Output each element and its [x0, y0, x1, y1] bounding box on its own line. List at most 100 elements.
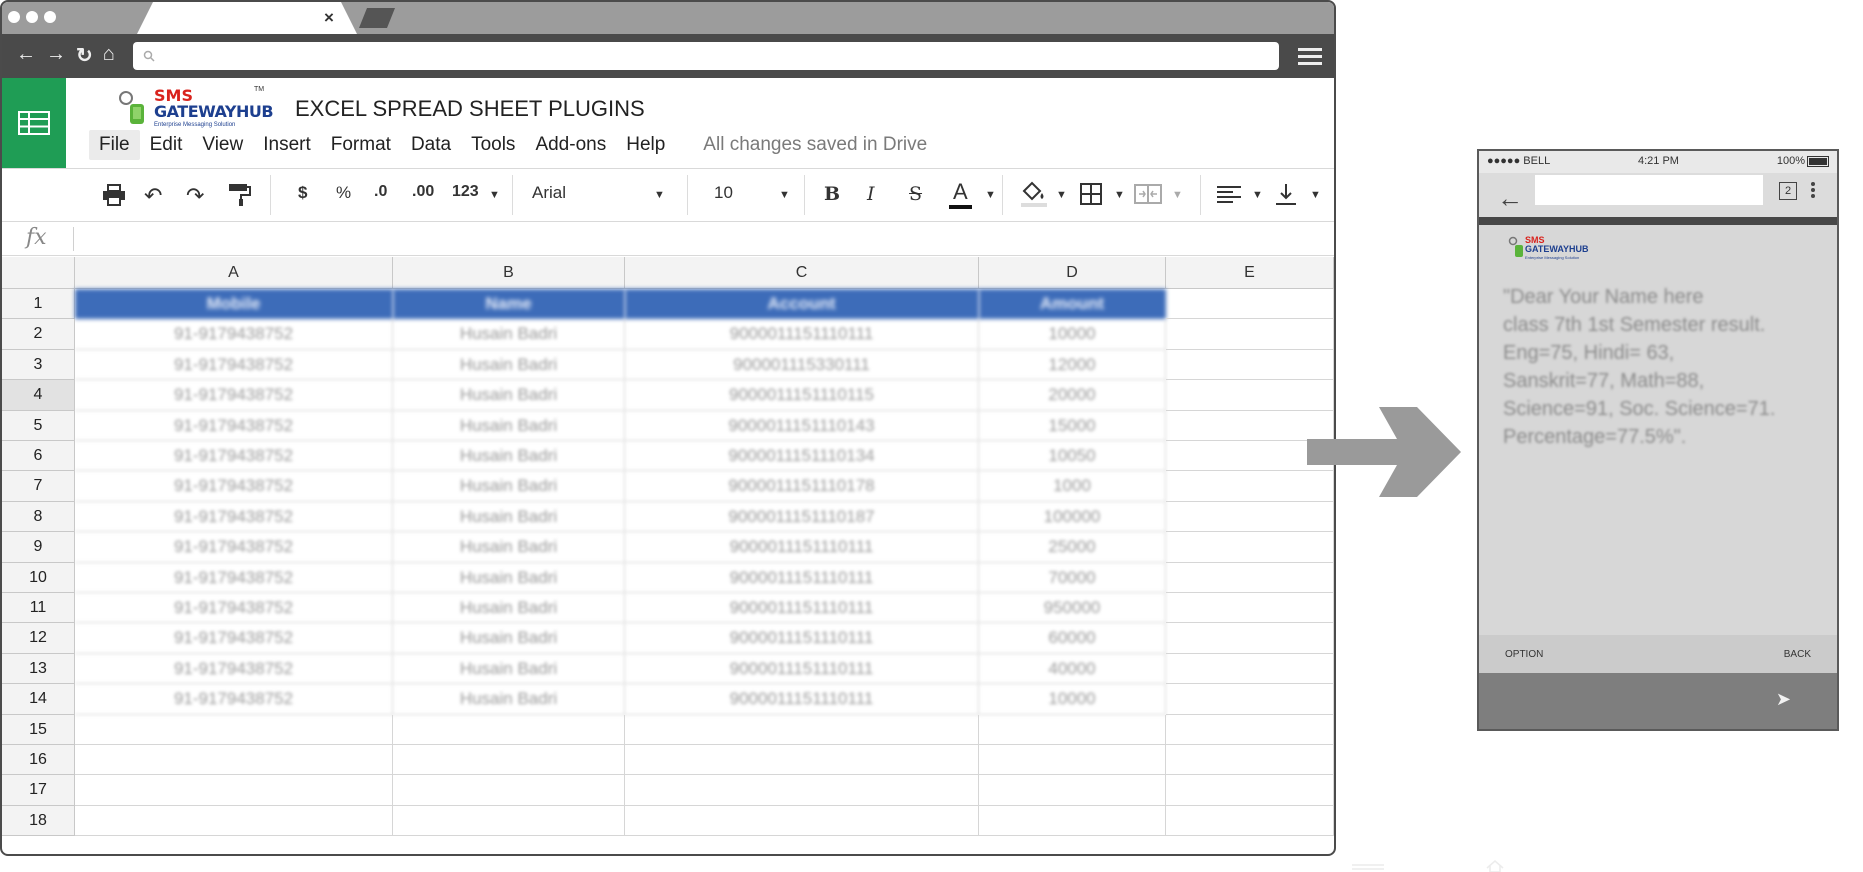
table-cell[interactable]: 900001115330111	[625, 349, 979, 381]
table-cell[interactable]: 91-9179438752	[75, 501, 393, 533]
table-cell[interactable]: 91-9179438752	[75, 653, 393, 685]
tab-count-badge[interactable]: 2	[1779, 182, 1797, 200]
table-cell[interactable]: Husain Badri	[393, 441, 625, 472]
number-format-dropdown[interactable]: 123	[452, 183, 479, 201]
table-cell[interactable]: 20000	[979, 380, 1166, 411]
table-cell[interactable]: 91-9179438752	[75, 532, 393, 563]
menu-format[interactable]: Format	[321, 130, 401, 160]
phone-address-bar[interactable]	[1535, 175, 1763, 205]
row-header[interactable]: 8	[2, 501, 75, 533]
row-header[interactable]: 17	[2, 775, 75, 806]
tab-close-icon[interactable]: ×	[324, 8, 334, 28]
menu-view[interactable]: View	[192, 130, 253, 160]
table-cell[interactable]: 10000	[979, 319, 1166, 350]
row-header[interactable]: 2	[2, 319, 75, 350]
merge-cells-icon[interactable]	[1134, 184, 1162, 204]
table-cell[interactable]: 91-9179438752	[75, 684, 393, 715]
row-header[interactable]: 12	[2, 623, 75, 654]
menu-help[interactable]: Help	[616, 130, 675, 160]
currency-format-button[interactable]: $	[298, 183, 307, 203]
table-cell[interactable]: 9000011151110111	[625, 532, 979, 563]
table-cell[interactable]: Husain Badri	[393, 562, 625, 593]
strikethrough-button[interactable]: S	[909, 183, 922, 205]
table-cell[interactable]: 9000011151110178	[625, 471, 979, 502]
empty-cell[interactable]	[625, 745, 979, 776]
table-cell[interactable]: 9000011151110187	[625, 501, 979, 533]
column-header-c[interactable]: C	[625, 257, 979, 289]
back-softkey[interactable]: BACK	[1784, 649, 1811, 660]
empty-cell[interactable]	[1166, 805, 1334, 837]
font-size-dropdown[interactable]: 10	[714, 183, 733, 203]
table-cell[interactable]: Husain Badri	[393, 410, 625, 441]
table-cell[interactable]: 91-9179438752	[75, 623, 393, 654]
header-cell[interactable]: Amount	[979, 289, 1166, 320]
empty-cell[interactable]	[979, 805, 1166, 837]
row-header[interactable]: 18	[2, 805, 75, 837]
row-header[interactable]: 4	[2, 380, 75, 411]
fill-color-icon[interactable]	[1020, 181, 1048, 207]
empty-cell[interactable]	[625, 775, 979, 806]
row-header[interactable]: 3	[2, 349, 75, 381]
empty-cell[interactable]	[1166, 775, 1334, 806]
window-maximize-dot[interactable]	[44, 11, 56, 23]
vertical-align-icon[interactable]	[1274, 182, 1298, 206]
empty-cell[interactable]	[979, 775, 1166, 806]
row-header[interactable]: 15	[2, 714, 75, 745]
empty-cell[interactable]	[1166, 289, 1334, 320]
empty-cell[interactable]	[625, 805, 979, 837]
address-bar[interactable]	[133, 42, 1279, 70]
table-cell[interactable]: Husain Badri	[393, 684, 625, 715]
menu-insert[interactable]: Insert	[253, 130, 321, 160]
table-cell[interactable]: 9000011151110143	[625, 410, 979, 441]
table-cell[interactable]: Husain Badri	[393, 349, 625, 381]
table-cell[interactable]: 9000011151110111	[625, 562, 979, 593]
decrease-decimal-button[interactable]: .0	[374, 183, 387, 201]
empty-cell[interactable]	[75, 745, 393, 776]
redo-icon[interactable]: ↷	[186, 183, 204, 209]
table-cell[interactable]: 60000	[979, 623, 1166, 654]
reload-icon[interactable]: ↻	[76, 43, 93, 68]
table-cell[interactable]: 25000	[979, 532, 1166, 563]
table-cell[interactable]: Husain Badri	[393, 623, 625, 654]
empty-cell[interactable]	[393, 775, 625, 806]
empty-cell[interactable]	[393, 745, 625, 776]
table-cell[interactable]: 9000011151110111	[625, 653, 979, 685]
header-cell[interactable]: Mobile	[75, 289, 393, 320]
browser-menu-icon[interactable]	[1298, 44, 1322, 69]
paint-format-icon[interactable]	[228, 183, 252, 207]
empty-cell[interactable]	[979, 714, 1166, 745]
row-header[interactable]: 16	[2, 745, 75, 776]
menu-file[interactable]: File	[89, 130, 140, 160]
empty-cell[interactable]	[393, 714, 625, 745]
menu-addons[interactable]: Add-ons	[525, 130, 616, 160]
column-header-b[interactable]: B	[393, 257, 625, 289]
table-cell[interactable]: 950000	[979, 593, 1166, 624]
empty-cell[interactable]	[1166, 684, 1334, 715]
empty-cell[interactable]	[75, 775, 393, 806]
table-cell[interactable]: Husain Badri	[393, 653, 625, 685]
row-header[interactable]: 7	[2, 471, 75, 502]
home-icon[interactable]: ⌂	[103, 43, 115, 68]
table-cell[interactable]: 1000	[979, 471, 1166, 502]
row-header[interactable]: 10	[2, 562, 75, 593]
font-family-dropdown[interactable]: Arial	[532, 183, 566, 203]
document-title[interactable]: EXCEL SPREAD SHEET PLUGINS	[295, 96, 645, 122]
column-header-e[interactable]: E	[1166, 257, 1334, 289]
menu-tools[interactable]: Tools	[461, 130, 525, 160]
row-header[interactable]: 14	[2, 684, 75, 715]
print-icon[interactable]	[102, 184, 126, 206]
borders-icon[interactable]	[1080, 183, 1102, 205]
empty-cell[interactable]	[1166, 714, 1334, 745]
column-header-a[interactable]: A	[75, 257, 393, 289]
option-softkey[interactable]: OPTION	[1505, 649, 1543, 660]
new-tab-button[interactable]	[359, 8, 395, 28]
table-cell[interactable]: 91-9179438752	[75, 319, 393, 350]
back-arrow-icon[interactable]: ←	[1497, 183, 1523, 214]
table-cell[interactable]: 10000	[979, 684, 1166, 715]
select-all-corner[interactable]	[2, 257, 75, 289]
row-header[interactable]: 11	[2, 593, 75, 624]
empty-cell[interactable]	[1166, 501, 1334, 533]
column-header-d[interactable]: D	[979, 257, 1166, 289]
kebab-menu-icon[interactable]	[1811, 180, 1815, 200]
table-cell[interactable]: 91-9179438752	[75, 410, 393, 441]
